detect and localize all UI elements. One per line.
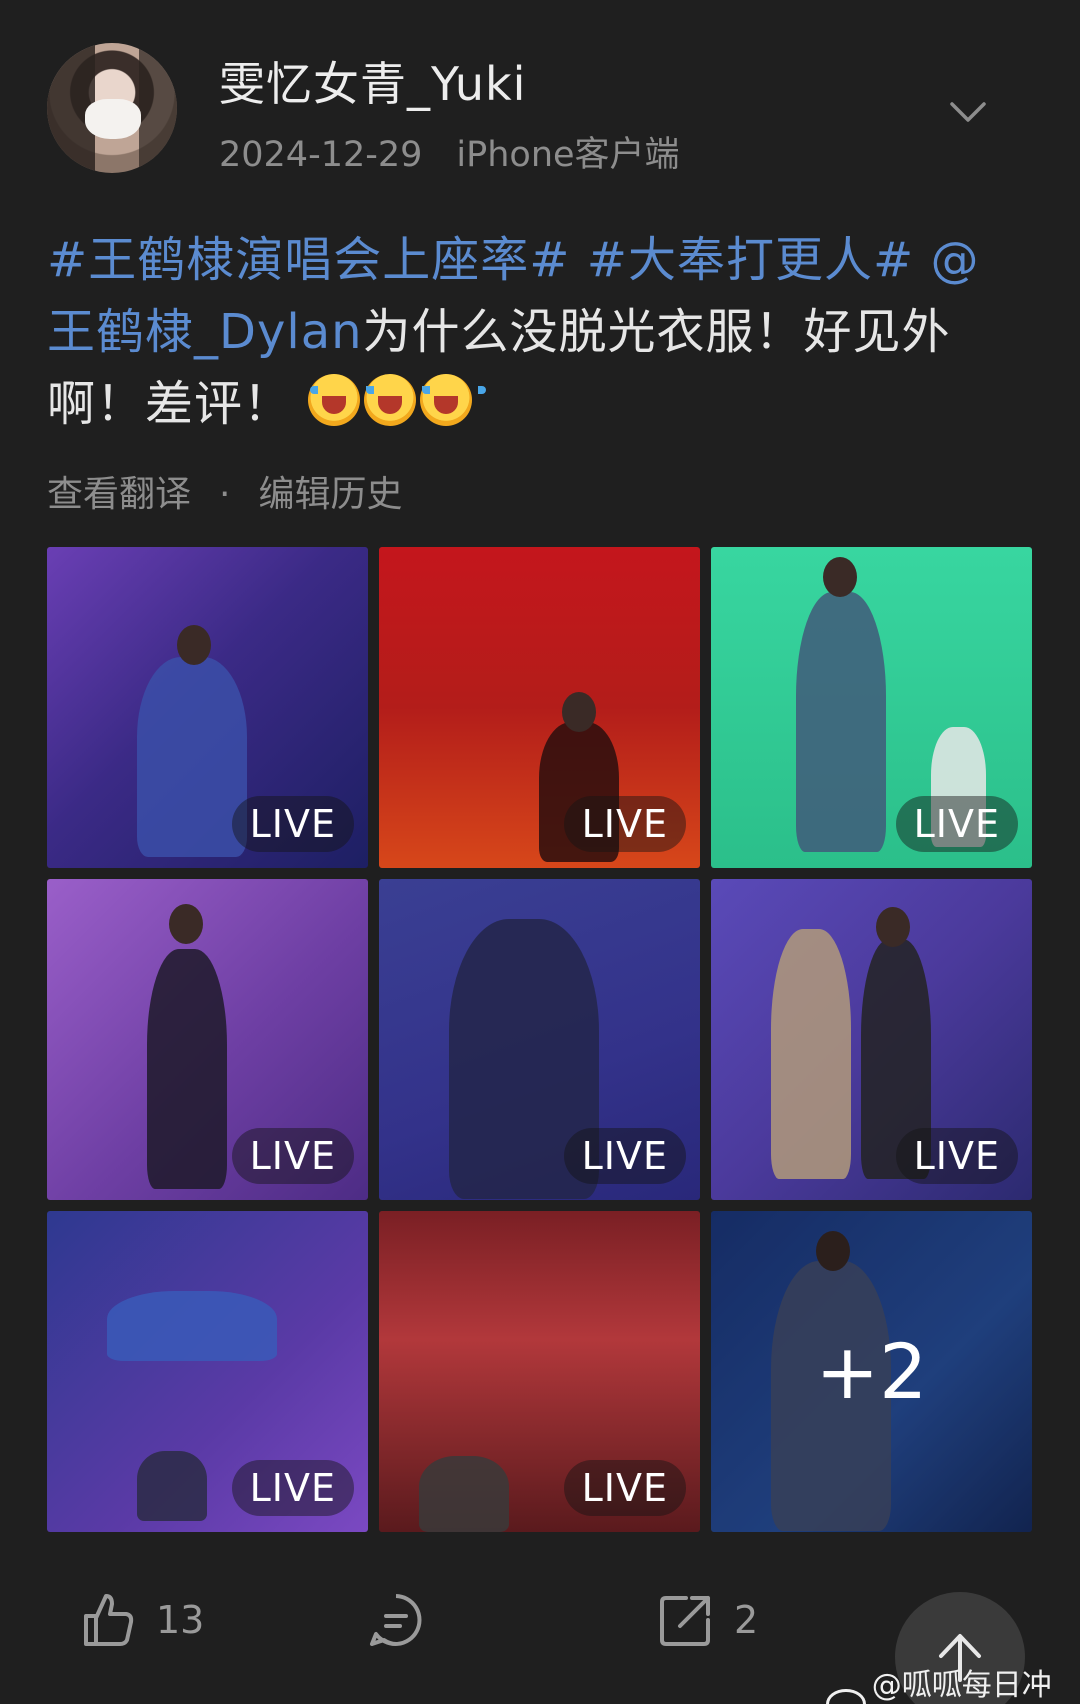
media-tile[interactable]: LIVE: [379, 879, 700, 1200]
laughing-crying-emoji-icon: [420, 374, 487, 426]
media-tile[interactable]: LIVE: [379, 547, 700, 868]
repost-button[interactable]: 2: [656, 1590, 758, 1650]
share-icon: [660, 1596, 710, 1646]
hashtag-link[interactable]: #王鹤棣演唱会上座率#: [47, 232, 570, 288]
chevron-down-icon[interactable]: [948, 98, 988, 128]
media-tile[interactable]: LIVE: [47, 547, 368, 868]
edit-history-link[interactable]: 编辑历史: [258, 474, 402, 515]
translate-link[interactable]: 查看翻译: [47, 474, 191, 515]
watermark: @呱呱每日冲浪: [826, 1660, 1080, 1704]
username[interactable]: 雯忆女青_Yuki: [219, 48, 526, 114]
post-actions: 查看翻译 · 编辑历史: [47, 465, 402, 517]
live-badge: LIVE: [563, 1460, 686, 1516]
weibo-logo-icon: [826, 1689, 866, 1704]
repost-count: 2: [734, 1598, 759, 1642]
hashtag-link[interactable]: #大奉打更人#: [587, 232, 914, 288]
post-date: 2024-12-29: [219, 135, 423, 175]
more-images-overlay[interactable]: +2: [711, 1211, 1032, 1532]
laughing-crying-emoji-icon: [364, 374, 431, 426]
media-tile[interactable]: LIVE: [711, 879, 1032, 1200]
live-badge: LIVE: [563, 796, 686, 852]
like-button[interactable]: 13: [78, 1590, 204, 1650]
media-tile[interactable]: LIVE: [47, 879, 368, 1200]
media-tile[interactable]: LIVE: [711, 547, 1032, 868]
watermark-text: @呱呱每日冲浪: [871, 1668, 1052, 1703]
media-tile[interactable]: +2: [711, 1211, 1032, 1532]
avatar[interactable]: [47, 43, 177, 173]
live-badge: LIVE: [895, 1128, 1018, 1184]
like-count: 13: [156, 1598, 205, 1642]
live-badge: LIVE: [231, 796, 354, 852]
separator-dot: ·: [219, 474, 231, 515]
live-badge: LIVE: [563, 1128, 686, 1184]
comment-icon: [370, 1594, 422, 1646]
post-page: 雯忆女青_Yuki 2024-12-29 iPhone客户端 #王鹤棣演唱会上座率…: [0, 0, 1080, 1704]
live-badge: LIVE: [231, 1128, 354, 1184]
post-meta: 2024-12-29 iPhone客户端: [219, 126, 680, 177]
live-badge: LIVE: [231, 1460, 354, 1516]
post-client: iPhone客户端: [456, 135, 680, 175]
thumbs-up-icon: [84, 1594, 134, 1646]
laughing-crying-emoji-icon: [308, 374, 375, 426]
media-tile[interactable]: LIVE: [47, 1211, 368, 1532]
media-tile[interactable]: LIVE: [379, 1211, 700, 1532]
comment-button[interactable]: [366, 1590, 426, 1650]
live-badge: LIVE: [895, 796, 1018, 852]
media-grid: LIVE LIVE LIVE LIVE LIVE LIVE LIVE LIVE …: [47, 547, 1032, 1532]
post-content: #王鹤棣演唱会上座率# #大奉打更人# @王鹤棣_Dylan为什么没脱光衣服！好…: [47, 224, 1027, 440]
